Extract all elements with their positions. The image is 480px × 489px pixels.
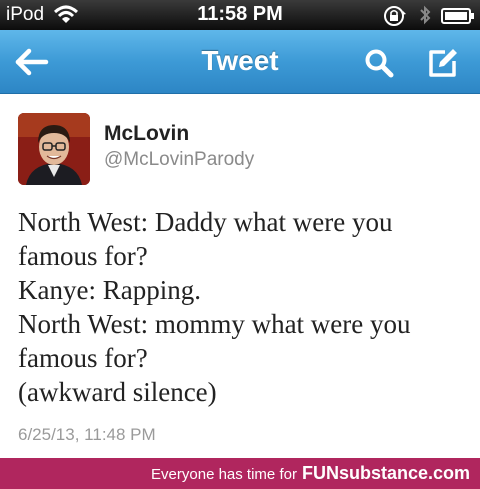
compose-icon — [427, 49, 459, 83]
tweet-text-line: North West: mommy what were you — [18, 309, 411, 339]
compose-button[interactable] — [427, 47, 459, 79]
tweet-text-line: North West: Daddy what were you — [18, 207, 393, 237]
watermark-tagline: Everyone has time for — [151, 466, 297, 483]
display-name[interactable]: McLovin — [104, 122, 189, 146]
bluetooth-icon — [418, 4, 432, 31]
battery-icon — [441, 8, 475, 29]
tweet-text-line: famous for? — [18, 241, 148, 271]
search-icon — [364, 49, 394, 82]
status-time: 11:58 PM — [197, 3, 283, 25]
watermark-brand: FUNsubstance.com — [301, 463, 470, 483]
tweet-timestamp: 6/25/13, 11:48 PM — [18, 425, 156, 444]
avatar[interactable] — [18, 113, 90, 185]
tweet-text-line: famous for? — [18, 343, 148, 373]
username-handle[interactable]: @McLovinParody — [104, 149, 254, 171]
tweet-detail: McLovin @McLovinParody North West: Daddy… — [0, 95, 480, 458]
tweet-text-line: (awkward silence) — [18, 377, 217, 407]
nav-bar: Tweet — [0, 30, 480, 94]
watermark-banner: Everyone has time for FUNsubstance.com — [0, 458, 480, 489]
nav-title: Tweet — [201, 45, 279, 76]
lock-rotation-icon — [383, 5, 407, 32]
tweet-text-line: Kanye: Rapping. — [18, 275, 201, 305]
search-button[interactable] — [364, 48, 394, 78]
status-bar: iPod 11:58 PM — [0, 0, 480, 30]
tweet-text: North West: Daddy what were you famous f… — [18, 205, 473, 409]
